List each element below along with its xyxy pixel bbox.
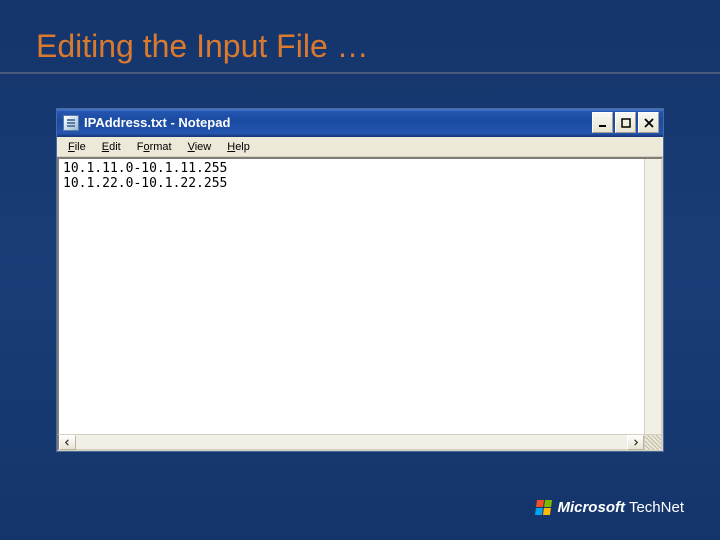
menu-file[interactable]: File <box>61 140 93 154</box>
logo-brand-bold: Microsoft <box>557 499 625 516</box>
chevron-right-icon <box>632 439 639 446</box>
notepad-icon <box>63 115 79 131</box>
menu-edit[interactable]: Edit <box>95 140 128 154</box>
scroll-right-button[interactable] <box>627 435 644 450</box>
scroll-track[interactable] <box>76 435 627 449</box>
microsoft-flag-icon <box>535 500 552 515</box>
text-area[interactable]: 10.1.11.0-10.1.11.255 10.1.22.0-10.1.22.… <box>57 157 663 434</box>
chevron-left-icon <box>64 439 71 446</box>
notepad-window: IPAddress.txt - Notepad File Edit Format… <box>56 108 664 452</box>
minimize-icon <box>598 118 608 128</box>
text-content[interactable]: 10.1.11.0-10.1.11.255 10.1.22.0-10.1.22.… <box>59 159 661 193</box>
logo-brand-thin: TechNet <box>629 499 684 516</box>
footer-logo: Microsoft TechNet <box>536 499 684 516</box>
menu-view[interactable]: View <box>181 140 219 154</box>
window-controls <box>592 112 659 133</box>
window-title: IPAddress.txt - Notepad <box>84 115 592 130</box>
menu-format[interactable]: Format <box>130 140 179 154</box>
maximize-button[interactable] <box>615 112 636 133</box>
resize-grip[interactable] <box>644 435 661 450</box>
minimize-button[interactable] <box>592 112 613 133</box>
horizontal-scrollbar[interactable] <box>57 434 663 451</box>
vertical-scrollbar[interactable] <box>644 159 661 434</box>
scroll-left-button[interactable] <box>59 435 76 450</box>
titlebar[interactable]: IPAddress.txt - Notepad <box>57 109 663 137</box>
maximize-icon <box>621 118 631 128</box>
slide-title: Editing the Input File … <box>36 28 369 65</box>
close-button[interactable] <box>638 112 659 133</box>
title-underline <box>0 72 720 74</box>
menubar: File Edit Format View Help <box>57 137 663 157</box>
menu-help[interactable]: Help <box>220 140 257 154</box>
close-icon <box>644 118 654 128</box>
